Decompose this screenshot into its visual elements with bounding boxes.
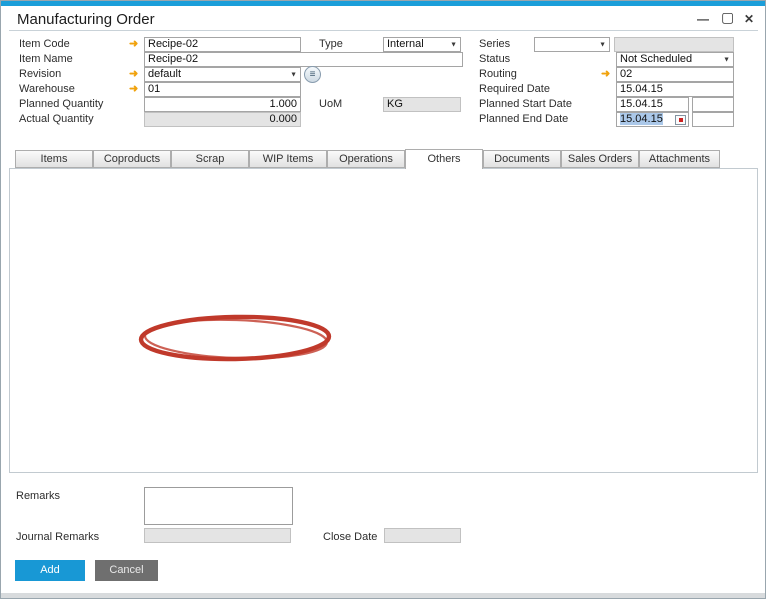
planned-start-time-field[interactable]: [692, 97, 734, 112]
window-bottom-edge: [1, 593, 765, 598]
planned-quantity-label: Planned Quantity: [19, 98, 103, 111]
planned-end-time-field[interactable]: [692, 112, 734, 127]
uom-field: KG: [383, 97, 461, 112]
tab-operations[interactable]: Operations: [327, 150, 405, 168]
chevron-down-icon: ▼: [723, 56, 730, 63]
tab-scrap[interactable]: Scrap: [171, 150, 249, 168]
chevron-down-icon: ▼: [290, 71, 297, 78]
status-value: Not Scheduled: [620, 53, 692, 65]
type-dropdown[interactable]: Internal ▼: [383, 37, 461, 52]
close-icon[interactable]: ✕: [744, 12, 754, 26]
page-title: Manufacturing Order: [17, 11, 155, 28]
tab-items[interactable]: Items: [15, 150, 93, 168]
link-arrow-icon[interactable]: ➜: [129, 83, 138, 96]
series-label: Series: [479, 38, 510, 51]
tab-wip-items[interactable]: WIP Items: [249, 150, 327, 168]
required-date-field[interactable]: 15.04.15: [616, 82, 734, 97]
minimize-icon[interactable]: —: [697, 12, 709, 26]
chevron-down-icon: ▼: [450, 41, 457, 48]
revision-label: Revision: [19, 68, 61, 81]
type-label: Type: [319, 38, 343, 51]
item-name-label: Item Name: [19, 53, 73, 66]
link-arrow-icon[interactable]: ➜: [129, 38, 138, 51]
revision-value: default: [148, 68, 181, 80]
planned-end-date-selected-text: 15.04.15: [620, 113, 663, 125]
series-dropdown[interactable]: ▼: [534, 37, 610, 52]
tab-sales-orders[interactable]: Sales Orders: [561, 150, 639, 168]
status-dropdown[interactable]: Not Scheduled ▼: [616, 52, 734, 67]
add-button[interactable]: Add: [15, 560, 85, 581]
revision-dropdown[interactable]: default ▼: [144, 67, 301, 82]
chevron-down-icon: ▼: [599, 41, 606, 48]
cancel-button[interactable]: Cancel: [95, 560, 158, 581]
planned-start-date-field[interactable]: 15.04.15: [616, 97, 689, 112]
choose-from-list-icon[interactable]: ≡: [304, 66, 321, 83]
status-label: Status: [479, 53, 510, 66]
item-name-field[interactable]: Recipe-02: [144, 52, 463, 67]
actual-quantity-field: 0.000: [144, 112, 301, 127]
planned-start-date-label: Planned Start Date: [479, 98, 572, 111]
link-arrow-icon[interactable]: ➜: [601, 68, 610, 81]
routing-field[interactable]: 02: [616, 67, 734, 82]
remarks-label: Remarks: [16, 490, 60, 503]
calendar-icon[interactable]: [675, 115, 686, 125]
planned-quantity-field[interactable]: 1.000: [144, 97, 301, 112]
item-code-label: Item Code: [19, 38, 70, 51]
manufacturing-order-window: Manufacturing Order — ▢ ✕ Item Code ➜ Re…: [0, 0, 766, 599]
journal-remarks-label: Journal Remarks: [16, 531, 99, 544]
type-value: Internal: [387, 38, 424, 50]
warehouse-label: Warehouse: [19, 83, 75, 96]
required-date-label: Required Date: [479, 83, 550, 96]
tab-coproducts[interactable]: Coproducts: [93, 150, 171, 168]
routing-label: Routing: [479, 68, 517, 81]
planned-end-date-label: Planned End Date: [479, 113, 568, 126]
series-number-field: [614, 37, 734, 52]
tab-documents[interactable]: Documents: [483, 150, 561, 168]
planned-end-date-field[interactable]: 15.04.15: [616, 112, 689, 127]
title-divider: [9, 30, 758, 31]
item-code-field[interactable]: Recipe-02: [144, 37, 301, 52]
tab-others[interactable]: Others: [405, 149, 483, 169]
warehouse-field[interactable]: 01: [144, 82, 301, 97]
close-date-label: Close Date: [323, 531, 377, 544]
journal-remarks-field: [144, 528, 291, 543]
window-accent-strip: [1, 1, 765, 6]
link-arrow-icon[interactable]: ➜: [129, 68, 138, 81]
remarks-textarea[interactable]: [144, 487, 293, 525]
uom-label: UoM: [319, 98, 342, 111]
others-tab-content: [9, 168, 758, 473]
tab-attachments[interactable]: Attachments: [639, 150, 720, 168]
close-date-field: [384, 528, 461, 543]
maximize-icon[interactable]: ▢: [721, 10, 734, 24]
actual-quantity-label: Actual Quantity: [19, 113, 94, 126]
